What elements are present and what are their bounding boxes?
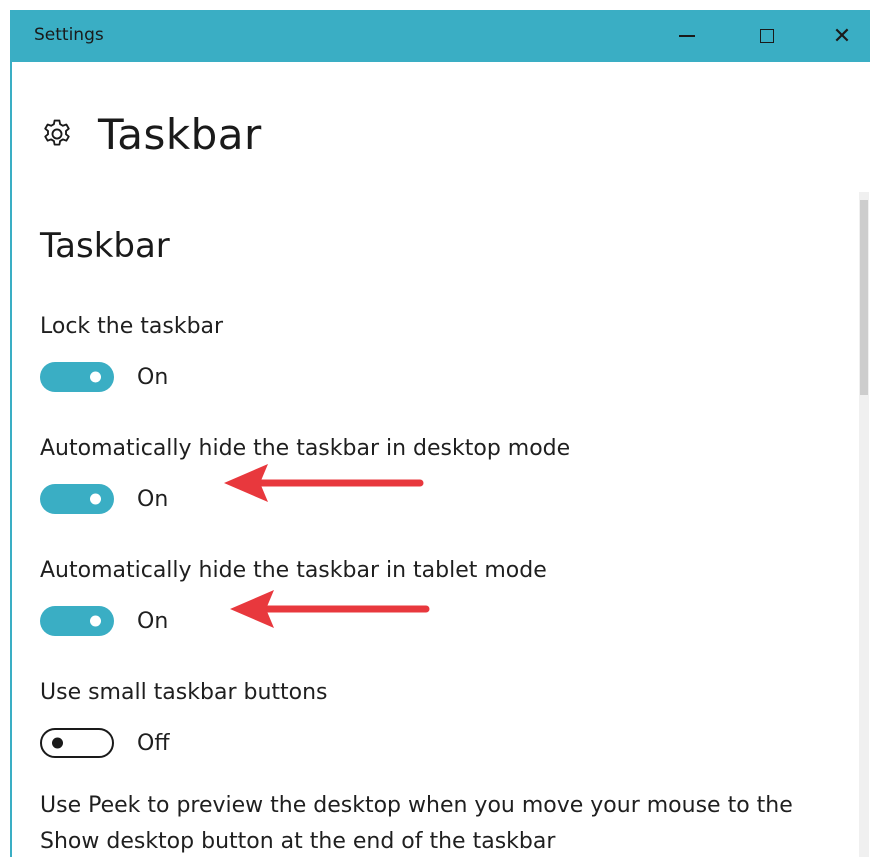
setting-label-small-buttons: Use small taskbar buttons	[40, 680, 328, 705]
red-arrow-annotation	[230, 590, 430, 628]
setting-label-lock-taskbar: Lock the taskbar	[40, 314, 224, 339]
toggle-autohide-tablet[interactable]	[40, 606, 114, 636]
red-arrow-annotation	[224, 464, 424, 502]
minimize-icon	[679, 35, 695, 37]
page-header: Taskbar	[40, 109, 262, 159]
toggle-lock-taskbar[interactable]	[40, 362, 114, 392]
scrollbar-thumb[interactable]	[860, 200, 868, 395]
window-title: Settings	[34, 25, 104, 45]
close-button[interactable]: ✕	[812, 10, 870, 62]
section-title: Taskbar	[40, 226, 170, 266]
maximize-button[interactable]	[737, 10, 797, 62]
toggle-state-label: On	[137, 486, 169, 512]
setting-lock-taskbar: On	[40, 362, 168, 392]
title-bar[interactable]: Settings ✕	[12, 10, 870, 62]
setting-autohide-desktop: On	[40, 484, 168, 514]
toggle-state-label: On	[137, 364, 169, 390]
maximize-icon	[760, 29, 774, 43]
toggle-knob	[52, 737, 63, 749]
peek-description: Use Peek to preview the desktop when you…	[40, 793, 793, 854]
minimize-button[interactable]	[657, 10, 717, 62]
toggle-autohide-desktop[interactable]	[40, 484, 114, 514]
toggle-state-label: Off	[137, 730, 170, 756]
toggle-knob	[90, 615, 101, 627]
settings-window: Settings ✕ Taskbar Taskbar Lock the task…	[10, 10, 870, 857]
scrollbar[interactable]	[859, 192, 869, 857]
setting-autohide-tablet: On	[40, 606, 168, 636]
toggle-state-label: On	[137, 608, 169, 634]
toggle-small-buttons[interactable]	[40, 728, 114, 758]
setting-small-buttons: Off	[40, 728, 169, 758]
page-title: Taskbar	[98, 109, 262, 159]
toggle-knob	[90, 371, 101, 383]
setting-label-autohide-desktop: Automatically hide the taskbar in deskto…	[40, 436, 571, 461]
close-icon: ✕	[832, 23, 852, 49]
gear-icon	[44, 119, 70, 146]
toggle-knob	[90, 493, 101, 505]
setting-label-autohide-tablet: Automatically hide the taskbar in tablet…	[40, 558, 547, 583]
